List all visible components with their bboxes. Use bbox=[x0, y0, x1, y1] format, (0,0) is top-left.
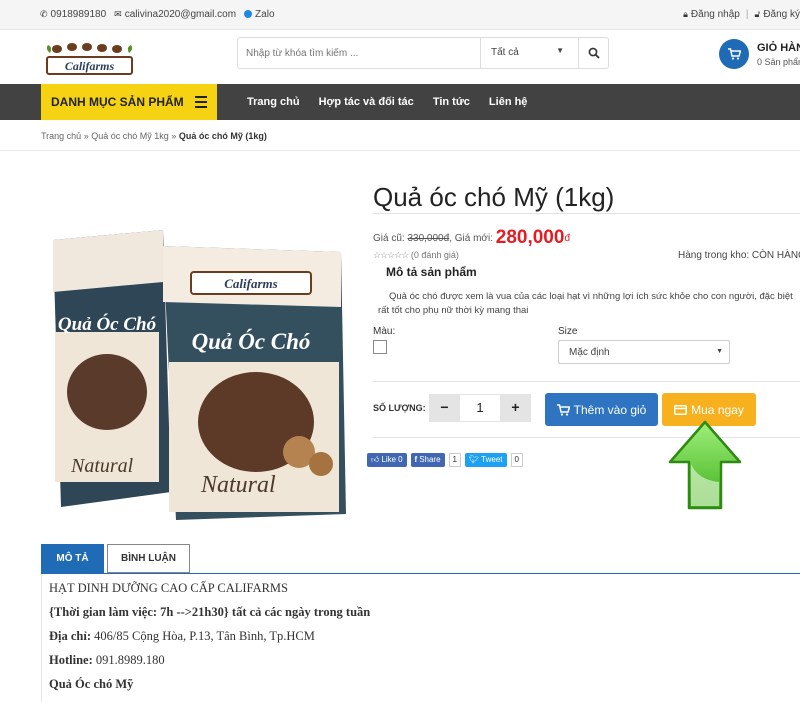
old-price: 330,000đ bbox=[407, 233, 450, 244]
search-input[interactable] bbox=[238, 38, 480, 68]
content-line: Quả Óc chó Mỹ bbox=[49, 677, 134, 691]
tweet-button[interactable]: 🐦︎ Tweet bbox=[465, 453, 507, 467]
currency-symbol: đ bbox=[564, 233, 571, 244]
stock-status: Hàng trong kho: CÒN HÀNG bbox=[678, 250, 800, 261]
quantity-increase-button[interactable]: + bbox=[500, 394, 531, 422]
nav-link-home[interactable]: Trang chủ bbox=[247, 96, 300, 108]
tab-description[interactable]: MÔ TẢ bbox=[41, 544, 104, 573]
breadcrumb-separator: » bbox=[171, 131, 177, 141]
unlock-icon: 🔓︎ bbox=[754, 9, 761, 19]
thumbs-up-icon: 👍︎ bbox=[371, 455, 380, 464]
phone-icon: ✆ bbox=[40, 9, 48, 19]
hamburger-icon bbox=[195, 96, 207, 111]
zalo-contact[interactable]: Zalo bbox=[244, 9, 275, 20]
product-image[interactable]: Quả Óc Chó Natural Califarms Quả Óc Chó … bbox=[41, 222, 346, 522]
share-count: 1 bbox=[448, 453, 461, 467]
product-box-back: Quả Óc Chó Natural bbox=[53, 230, 171, 507]
svg-text:Califarms: Califarms bbox=[224, 276, 277, 291]
category-menu-button[interactable]: DANH MỤC SẢN PHẨM bbox=[41, 84, 217, 120]
shopping-cart-icon bbox=[727, 48, 741, 60]
main-nav: DANH MỤC SẢN PHẨM Trang chủ Hợp tác và đ… bbox=[0, 84, 800, 120]
svg-text:Califarms: Califarms bbox=[65, 59, 115, 73]
description-heading: Mô tả sản phẩm bbox=[386, 265, 477, 279]
svg-text:Quả Óc Chó: Quả Óc Chó bbox=[58, 313, 156, 335]
quantity-decrease-button[interactable]: − bbox=[429, 394, 460, 422]
phone-contact[interactable]: ✆ 0918989180 bbox=[40, 9, 106, 20]
breadcrumb: Trang chủ » Quả óc chó Mỹ 1kg » Quả óc c… bbox=[41, 131, 267, 141]
divider bbox=[373, 381, 800, 382]
breadcrumb-separator: » bbox=[83, 131, 89, 141]
califarms-logo[interactable]: Califarms bbox=[42, 39, 137, 79]
new-price: 280,000 bbox=[495, 227, 565, 248]
separator: | bbox=[745, 9, 749, 20]
tab-comments[interactable]: BÌNH LUẬN bbox=[107, 544, 190, 573]
color-label: Màu: bbox=[373, 326, 396, 337]
color-checkbox[interactable] bbox=[373, 340, 387, 354]
facebook-icon: f bbox=[414, 455, 418, 464]
login-link[interactable]: 🔒︎ Đăng nhập bbox=[683, 9, 740, 20]
envelope-icon: ✉ bbox=[114, 9, 122, 19]
email-contact[interactable]: ✉ calivina2020@gmail.com bbox=[114, 9, 236, 20]
address-line: Địa chỉ: 406/85 Cộng Hòa, P.13, Tân Bình… bbox=[49, 629, 315, 643]
add-to-cart-button[interactable]: Thêm vào giỏ bbox=[545, 393, 658, 426]
breadcrumb-current: Quả óc chó Mỹ (1kg) bbox=[178, 131, 267, 141]
top-bar: ✆ 0918989180 ✉ calivina2020@gmail.com Zalo… bbox=[0, 0, 800, 30]
nav-link-partners[interactable]: Hợp tác và đối tác bbox=[319, 96, 414, 108]
cart-title[interactable]: GIỎ HÀNG bbox=[757, 42, 800, 54]
content-line: {Thời gian làm việc: 7h -->21h30} tất cả… bbox=[49, 605, 371, 619]
product-box-front: Califarms Quả Óc Chó Natural bbox=[163, 246, 346, 520]
divider bbox=[0, 150, 800, 151]
search-category-select[interactable]: Tất cả ▼ bbox=[480, 38, 578, 68]
twitter-icon: 🐦︎ bbox=[469, 455, 480, 464]
lock-icon: 🔒︎ bbox=[683, 9, 688, 19]
description-content: HẠT DINH DƯỠNG CAO CẤP CALIFARMS {Thời g… bbox=[41, 574, 800, 702]
svg-text:Natural: Natural bbox=[200, 472, 276, 498]
nav-link-news[interactable]: Tin tức bbox=[433, 96, 470, 108]
up-arrow-icon bbox=[668, 420, 742, 510]
svg-text:Natural: Natural bbox=[70, 455, 134, 477]
content-line: HẠT DINH DƯỠNG CAO CẤP CALIFARMS bbox=[49, 581, 289, 595]
cart-button[interactable] bbox=[719, 39, 749, 69]
hotline-line: Hotline: 091.8989.180 bbox=[49, 653, 165, 667]
breadcrumb-home[interactable]: Trang chủ bbox=[41, 131, 81, 141]
product-description: Quả óc chó được xem là vua của các loại … bbox=[378, 291, 793, 316]
caret-down-icon: ▼ bbox=[556, 46, 564, 55]
search-button[interactable] bbox=[578, 38, 608, 68]
rating[interactable]: ☆☆☆☆☆ (0 đánh giá) bbox=[373, 250, 459, 261]
product-title: Quả óc chó Mỹ (1kg) bbox=[373, 182, 615, 212]
zalo-icon bbox=[244, 10, 253, 19]
price-row: Giá cũ: 330,000đ, Giá mới: 280,000đ bbox=[373, 227, 571, 248]
tweet-count: 0 bbox=[510, 453, 523, 467]
size-label: Size bbox=[558, 326, 578, 337]
quantity-label: SỐ LƯỢNG: bbox=[373, 403, 426, 413]
facebook-like-button[interactable]: 👍︎ Like 0 bbox=[367, 453, 407, 467]
facebook-share-button[interactable]: f Share bbox=[410, 453, 445, 467]
size-select[interactable]: Mặc định ▼ bbox=[558, 340, 730, 364]
svg-text:Quả Óc Chó: Quả Óc Chó bbox=[192, 328, 311, 354]
breadcrumb-parent[interactable]: Quả óc chó Mỹ 1kg bbox=[91, 131, 169, 141]
star-rating-icon: ☆☆☆☆☆ bbox=[373, 250, 409, 260]
divider bbox=[373, 213, 800, 214]
cart-count: 0 Sản phẩm bbox=[757, 57, 800, 67]
search-icon bbox=[588, 47, 600, 59]
nav-link-contact[interactable]: Liên hệ bbox=[489, 96, 528, 108]
social-share-bar: 👍︎ Like 0 f Share 1 🐦︎ Tweet 0 bbox=[367, 453, 523, 467]
caret-down-icon: ▼ bbox=[716, 348, 723, 355]
shopping-cart-icon bbox=[556, 403, 570, 416]
register-link[interactable]: 🔓︎ Đăng ký bbox=[754, 9, 800, 20]
site-header: Califarms Tất cả ▼ GIỎ HÀNG 0 Sản phẩm bbox=[0, 31, 800, 84]
quantity-input[interactable]: 1 bbox=[460, 394, 500, 422]
search-bar: Tất cả ▼ bbox=[237, 37, 609, 69]
credit-card-icon bbox=[674, 404, 688, 415]
